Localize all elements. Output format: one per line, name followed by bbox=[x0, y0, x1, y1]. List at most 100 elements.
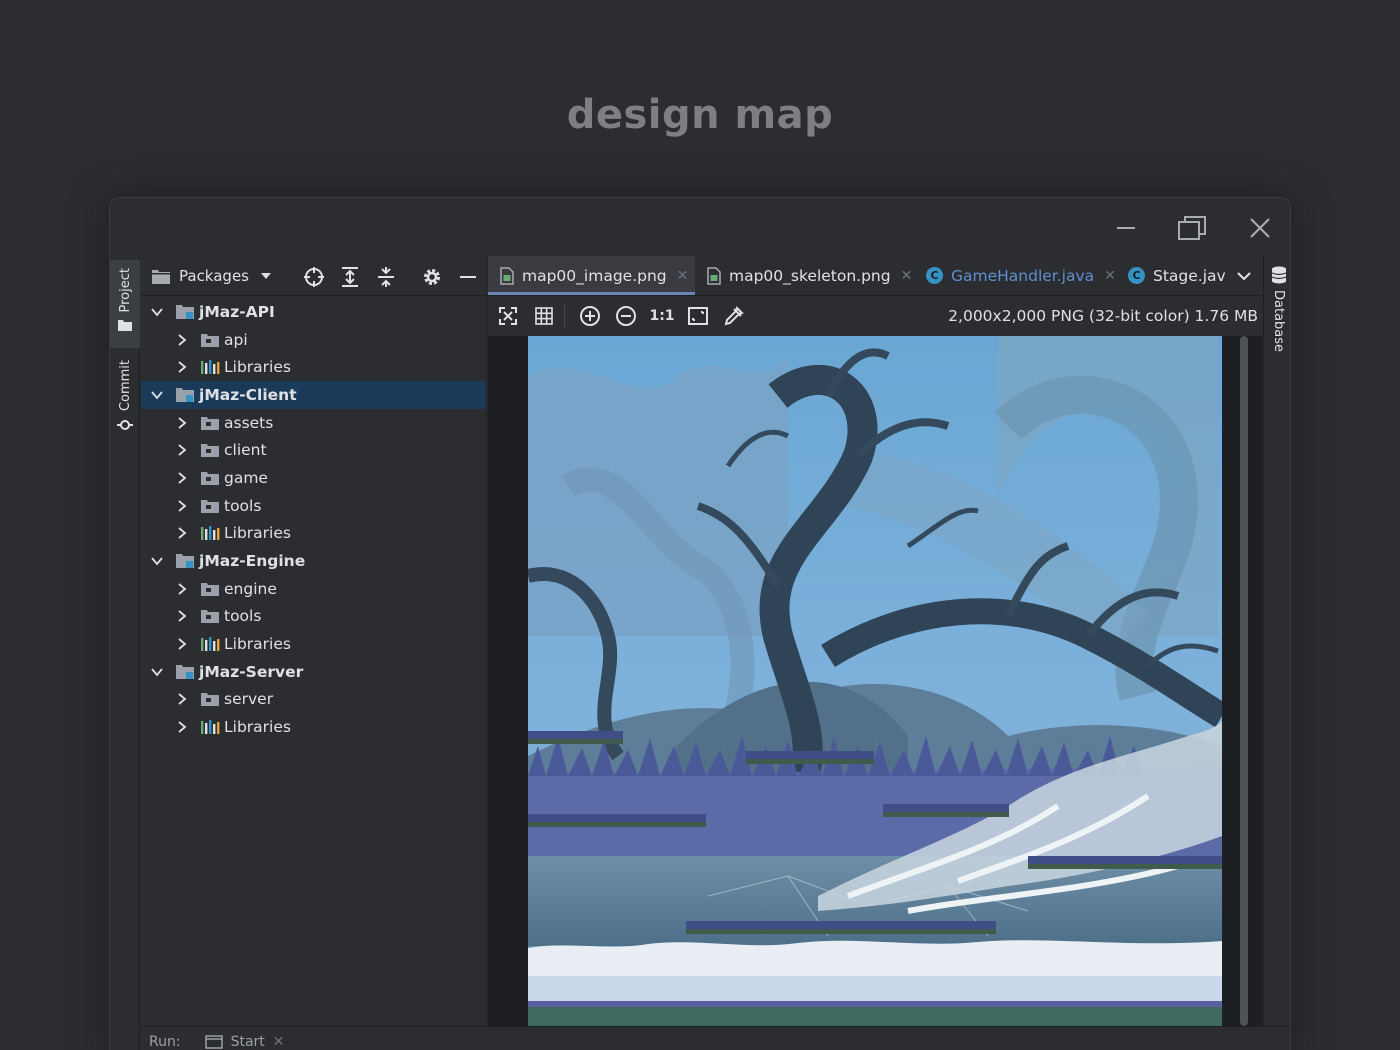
class-icon: C bbox=[1128, 267, 1145, 285]
hide-icon[interactable] bbox=[457, 266, 479, 288]
chevron-right-icon[interactable] bbox=[174, 470, 190, 486]
tab-stage[interactable]: C Stage.jav bbox=[1116, 256, 1226, 295]
tree-item-label: jMaz-API bbox=[199, 302, 275, 321]
chevron-down-icon[interactable] bbox=[149, 304, 165, 320]
project-tool-button[interactable]: Project bbox=[110, 260, 140, 348]
color-picker-icon[interactable] bbox=[723, 305, 745, 327]
package-folder-icon bbox=[200, 331, 220, 349]
grid-icon[interactable] bbox=[533, 305, 555, 327]
tree-item-label: game bbox=[224, 468, 268, 487]
folder-icon bbox=[118, 320, 132, 332]
libraries-icon bbox=[200, 358, 220, 376]
minimize-button[interactable] bbox=[1106, 210, 1146, 246]
project-panel: Packages jMaz-API api Libraries jMaz-Client… bbox=[141, 256, 487, 1026]
tree-row[interactable]: client bbox=[141, 436, 486, 464]
package-folder-icon bbox=[200, 414, 220, 432]
tree-item-label: Libraries bbox=[224, 524, 291, 543]
locate-icon[interactable] bbox=[303, 266, 325, 288]
chevron-right-icon[interactable] bbox=[174, 719, 190, 735]
image-toolbar: 1:1 2,000x2,000 PNG (32-bit color) 1.76 … bbox=[488, 296, 1262, 336]
chevron-right-icon[interactable] bbox=[174, 498, 190, 514]
toolbar-separator bbox=[564, 304, 565, 328]
run-close-icon[interactable]: ✕ bbox=[273, 1034, 285, 1050]
tree-row[interactable]: Libraries bbox=[141, 353, 486, 381]
tree-row[interactable]: game bbox=[141, 464, 486, 492]
vertical-scrollbar[interactable] bbox=[1240, 336, 1248, 1026]
tree-row[interactable]: Libraries bbox=[141, 520, 486, 548]
image-canvas[interactable] bbox=[488, 336, 1262, 1028]
restore-icon bbox=[1178, 216, 1206, 240]
commit-tool-button[interactable]: Commit bbox=[110, 360, 140, 440]
tree-row[interactable]: Libraries bbox=[141, 630, 486, 658]
database-tool-button[interactable]: Database bbox=[1264, 266, 1290, 353]
chevron-right-icon[interactable] bbox=[174, 581, 190, 597]
tab-list-chevron-icon[interactable] bbox=[1236, 268, 1252, 288]
chevron-down-icon[interactable] bbox=[149, 664, 165, 680]
image-file-icon bbox=[707, 266, 721, 285]
tree-row[interactable]: server bbox=[141, 686, 486, 714]
tree-item-label: tools bbox=[224, 607, 262, 626]
tab-close-icon[interactable]: ✕ bbox=[677, 268, 689, 284]
libraries-icon bbox=[200, 635, 220, 653]
zoom-out-icon[interactable] bbox=[615, 305, 637, 327]
project-panel-header: Packages bbox=[141, 256, 486, 296]
chevron-down-icon[interactable] bbox=[259, 271, 273, 281]
tree-module-row[interactable]: jMaz-Client bbox=[141, 381, 486, 409]
tree-item-label: tools bbox=[224, 496, 262, 515]
tree-row[interactable]: api bbox=[141, 326, 486, 354]
tree-module-row[interactable]: jMaz-Server bbox=[141, 658, 486, 686]
libraries-icon bbox=[200, 718, 220, 736]
tree-item-label: api bbox=[224, 330, 248, 349]
chevron-right-icon[interactable] bbox=[174, 525, 190, 541]
tree-row[interactable]: tools bbox=[141, 603, 486, 631]
right-tool-stripe: Database bbox=[1263, 256, 1290, 1026]
restore-button[interactable] bbox=[1172, 210, 1212, 246]
chevron-right-icon[interactable] bbox=[174, 332, 190, 348]
tree-row[interactable]: assets bbox=[141, 409, 486, 437]
tree-module-row[interactable]: jMaz-API bbox=[141, 298, 486, 326]
tab-gamehandler[interactable]: C GameHandler.java ✕ bbox=[914, 256, 1116, 295]
view-selector[interactable]: Packages bbox=[179, 267, 249, 285]
tree-item-label: server bbox=[224, 690, 274, 709]
tree-row[interactable]: tools bbox=[141, 492, 486, 520]
commit-tool-label: Commit bbox=[117, 360, 133, 412]
chevron-down-icon[interactable] bbox=[149, 387, 165, 403]
close-button[interactable] bbox=[1240, 210, 1280, 246]
tab-label: GameHandler.java bbox=[951, 266, 1095, 285]
chevron-right-icon[interactable] bbox=[174, 359, 190, 375]
run-config-tab[interactable]: Start ✕ bbox=[204, 1034, 285, 1050]
fit-icon[interactable] bbox=[497, 305, 519, 327]
chevron-right-icon[interactable] bbox=[174, 608, 190, 624]
editor-area: map00_image.png ✕ map00_skeleton.png ✕ C… bbox=[488, 256, 1262, 1028]
tab-map00-skeleton[interactable]: map00_skeleton.png ✕ bbox=[695, 256, 914, 295]
chevron-right-icon[interactable] bbox=[174, 691, 190, 707]
tree-module-row[interactable]: jMaz-Engine bbox=[141, 547, 486, 575]
package-folder-icon bbox=[200, 690, 220, 708]
tree-item-label: Libraries bbox=[224, 358, 291, 377]
fit-window-icon[interactable] bbox=[687, 305, 709, 327]
editor-tab-bar: map00_image.png ✕ map00_skeleton.png ✕ C… bbox=[488, 256, 1262, 296]
tree-row[interactable]: Libraries bbox=[141, 713, 486, 741]
tree-item-label: Libraries bbox=[224, 718, 291, 737]
expand-all-icon[interactable] bbox=[339, 266, 361, 288]
tree-item-label: jMaz-Server bbox=[199, 662, 304, 681]
gear-icon[interactable] bbox=[421, 266, 443, 288]
database-tool-label: Database bbox=[1271, 290, 1286, 353]
chevron-right-icon[interactable] bbox=[174, 442, 190, 458]
module-folder-icon bbox=[175, 552, 195, 570]
chevron-right-icon[interactable] bbox=[174, 415, 190, 431]
commit-icon bbox=[117, 420, 133, 431]
tree-item-label: jMaz-Client bbox=[199, 385, 297, 404]
tree-row[interactable]: engine bbox=[141, 575, 486, 603]
zoom-in-icon[interactable] bbox=[579, 305, 601, 327]
actual-size-icon[interactable]: 1:1 bbox=[648, 305, 676, 327]
chevron-down-icon[interactable] bbox=[149, 553, 165, 569]
title-bar bbox=[110, 198, 1290, 256]
collapse-all-icon[interactable] bbox=[375, 266, 397, 288]
package-folder-icon bbox=[200, 580, 220, 598]
tab-close-icon[interactable]: ✕ bbox=[901, 268, 913, 284]
tab-close-icon[interactable]: ✕ bbox=[1104, 268, 1116, 284]
tab-map00-image[interactable]: map00_image.png ✕ bbox=[488, 256, 695, 295]
chevron-right-icon[interactable] bbox=[174, 636, 190, 652]
tab-label: map00_skeleton.png bbox=[729, 266, 891, 285]
